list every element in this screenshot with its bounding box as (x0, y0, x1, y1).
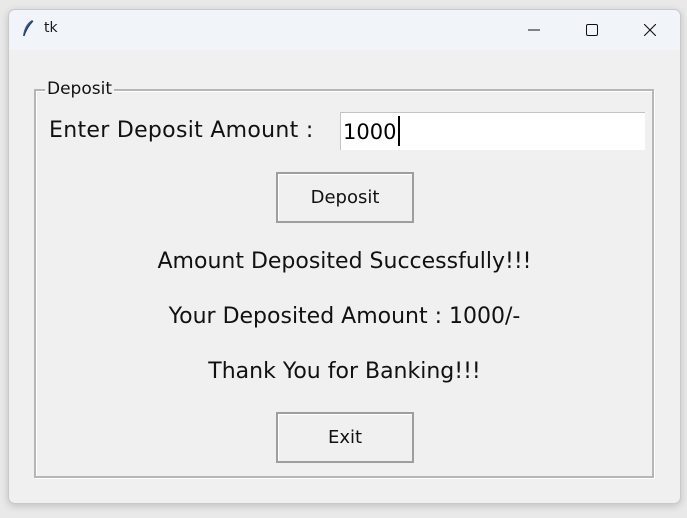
text-caret (398, 116, 400, 146)
maximize-icon (586, 21, 598, 40)
exit-button[interactable]: Exit (276, 412, 414, 463)
minimize-icon (528, 21, 540, 40)
deposit-amount-input[interactable] (340, 112, 645, 150)
window-title: tk (44, 20, 58, 36)
success-message: Amount Deposited Successfully!!! (157, 249, 532, 274)
close-icon (643, 21, 657, 40)
deposit-amount-label: Enter Deposit Amount : (49, 118, 314, 143)
thank-you-message: Thank You for Banking!!! (208, 359, 481, 384)
app-window: tk Deposit Enter Deposit Amount : Deposi… (8, 9, 681, 504)
minimize-button[interactable] (505, 10, 563, 50)
deposit-button[interactable]: Deposit (276, 172, 414, 223)
title-bar[interactable]: tk (9, 10, 680, 50)
close-button[interactable] (621, 10, 679, 50)
deposit-frame-label: Deposit (45, 79, 114, 99)
maximize-button[interactable] (563, 10, 621, 50)
feather-icon (21, 19, 35, 39)
deposited-amount-message: Your Deposited Amount : 1000/- (168, 304, 521, 329)
